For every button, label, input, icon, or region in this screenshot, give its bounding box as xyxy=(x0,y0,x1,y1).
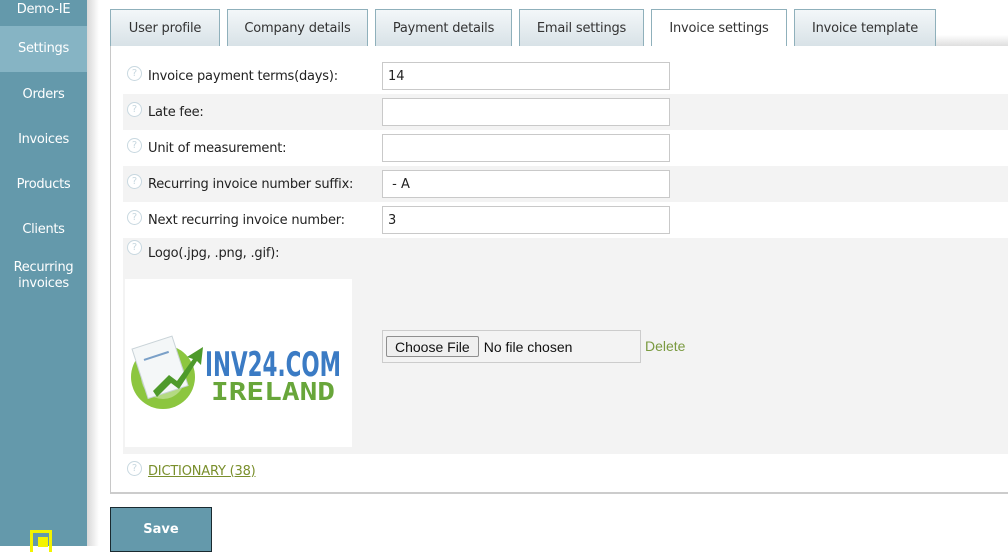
tab-company-details[interactable]: Company details xyxy=(227,9,368,46)
payment-terms-input[interactable] xyxy=(382,62,670,90)
recurring-suffix-input[interactable] xyxy=(382,170,670,198)
sidebar-item-recurring-invoices[interactable]: Recurring invoices xyxy=(0,252,87,300)
delete-logo-link[interactable]: Delete xyxy=(645,338,685,354)
invoice-settings-panel: ? Invoice payment terms(days): ? Late fe… xyxy=(110,46,1008,494)
help-icon[interactable]: ? xyxy=(127,240,142,255)
next-recurring-number-input[interactable] xyxy=(382,206,670,234)
logo-preview: INV24.COM IRELAND xyxy=(125,279,352,447)
logo-label: Logo(.jpg, .png, .gif): xyxy=(148,246,280,261)
sidebar-brand[interactable]: Demo-IE xyxy=(0,0,87,26)
file-status: No file chosen xyxy=(483,338,573,355)
help-icon[interactable]: ? xyxy=(127,209,142,225)
tab-payment-details[interactable]: Payment details xyxy=(375,9,512,46)
sidebar-shadow xyxy=(87,0,99,546)
form-row: ? Next recurring invoice number: xyxy=(123,202,1008,238)
help-icon[interactable]: ? xyxy=(127,101,142,117)
help-icon[interactable]: ? xyxy=(127,173,142,189)
late-fee-input[interactable] xyxy=(382,98,670,126)
tab-invoice-template[interactable]: Invoice template xyxy=(794,9,936,46)
unit-of-measurement-label: Unit of measurement: xyxy=(148,140,287,156)
settings-tabs: User profile Company details Payment det… xyxy=(110,9,943,47)
help-icon[interactable]: ? xyxy=(127,137,142,153)
next-recurring-number-label: Next recurring invoice number: xyxy=(148,212,345,228)
tab-strip-shadow xyxy=(936,9,1008,46)
form-row: ? Late fee: xyxy=(123,94,1008,130)
late-fee-label: Late fee: xyxy=(148,104,204,120)
tab-invoice-settings[interactable]: Invoice settings xyxy=(651,9,787,47)
sidebar: Demo-IE Settings Orders Invoices Product… xyxy=(0,0,87,552)
unit-of-measurement-input[interactable] xyxy=(382,134,670,162)
sidebar-item-orders[interactable]: Orders xyxy=(0,72,87,117)
form-row: ? Recurring invoice number suffix: xyxy=(123,166,1008,202)
form-row: ? Unit of measurement: xyxy=(123,130,1008,166)
tab-user-profile[interactable]: User profile xyxy=(110,9,220,46)
help-icon[interactable]: ? xyxy=(127,460,142,476)
logo-image: INV24.COM IRELAND xyxy=(131,335,341,409)
choose-file-button[interactable]: Choose File xyxy=(386,336,479,357)
form-row: ? Invoice payment terms(days): xyxy=(123,58,1008,94)
sidebar-item-settings[interactable]: Settings xyxy=(0,26,87,72)
save-button[interactable]: Save xyxy=(110,507,212,552)
recurring-suffix-label: Recurring invoice number suffix: xyxy=(148,176,354,192)
payment-terms-label: Invoice payment terms(days): xyxy=(148,68,338,84)
sidebar-item-products[interactable]: Products xyxy=(0,162,87,207)
dictionary-row: ? DICTIONARY (38) xyxy=(123,456,256,486)
file-upload: Choose File No file chosen xyxy=(382,330,641,363)
sidebar-item-invoices[interactable]: Invoices xyxy=(0,117,87,162)
sidebar-item-clients[interactable]: Clients xyxy=(0,207,87,252)
exit-icon[interactable] xyxy=(30,530,52,552)
help-icon[interactable]: ? xyxy=(127,65,142,81)
dictionary-link[interactable]: DICTIONARY (38) xyxy=(148,464,256,479)
tab-email-settings[interactable]: Email settings xyxy=(519,9,644,46)
logo-text-line2: IRELAND xyxy=(211,377,335,406)
